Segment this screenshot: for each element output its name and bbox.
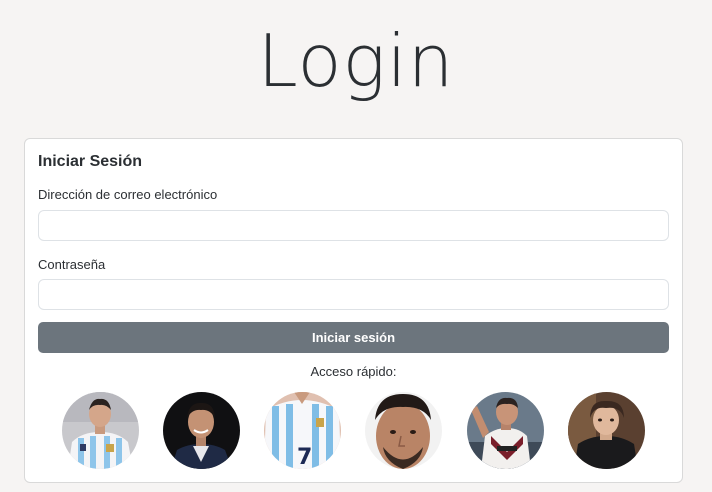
card-title: Iniciar Sesión xyxy=(38,153,143,170)
quick-access-label: Acceso rápido: xyxy=(310,364,397,379)
player-photo-4 xyxy=(365,392,442,469)
quick-access-avatar-4[interactable] xyxy=(365,392,442,469)
svg-text:7: 7 xyxy=(297,445,312,469)
email-field[interactable] xyxy=(38,210,669,241)
player-photo-1 xyxy=(62,392,139,469)
login-card: Iniciar Sesión Dirección de correo elect… xyxy=(24,138,683,483)
player-photo-3: 7 xyxy=(264,392,341,469)
page-title: Login xyxy=(257,19,455,103)
password-label: Contraseña xyxy=(38,257,106,272)
email-label: Dirección de correo electrónico xyxy=(38,187,218,202)
player-photo-6 xyxy=(568,392,645,469)
quick-access-avatar-2[interactable] xyxy=(163,392,240,469)
quick-access-avatar-1[interactable] xyxy=(62,392,139,469)
quick-access-avatars: 7 xyxy=(25,392,682,470)
quick-access-avatar-5[interactable] xyxy=(467,392,544,469)
password-field[interactable] xyxy=(38,279,669,310)
player-photo-2 xyxy=(163,392,240,469)
player-photo-5 xyxy=(467,392,544,469)
quick-access-avatar-6[interactable] xyxy=(568,392,645,469)
login-button[interactable]: Iniciar sesión xyxy=(38,322,669,353)
quick-access-avatar-3[interactable]: 7 xyxy=(264,392,341,469)
